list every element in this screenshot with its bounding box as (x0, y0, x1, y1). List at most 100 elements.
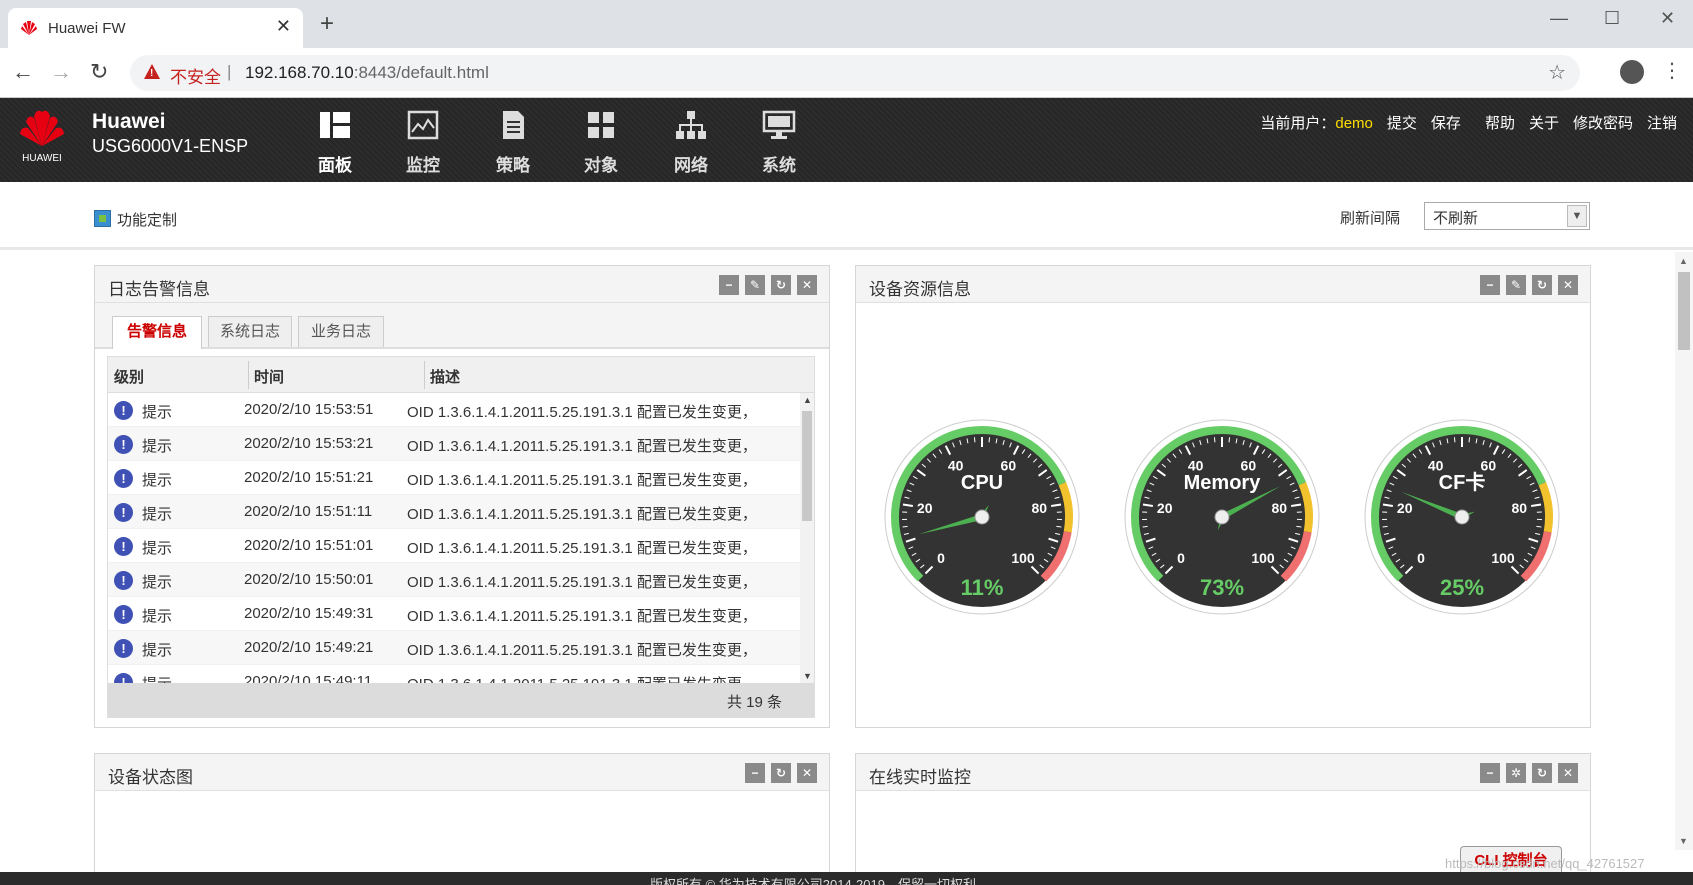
cell-desc: OID 1.3.6.1.4.1.2011.5.25.191.3.1 配置已发生变… (407, 472, 747, 489)
refresh-interval-select[interactable]: 不刷新 ▼ (1424, 202, 1590, 230)
table-row[interactable]: ! 提示 2020/2/10 15:53:51 OID 1.3.6.1.4.1.201… (108, 393, 800, 427)
forward-arrow-icon[interactable]: → (50, 60, 72, 84)
new-tab-button[interactable]: + (320, 12, 334, 36)
table-row[interactable]: ! 提示 2020/2/10 15:49:11 OID 1.3.6.1.4.1.201… (108, 665, 800, 683)
minimize-panel-icon[interactable]: − (745, 763, 765, 783)
tab-system-log[interactable]: 系统日志 (208, 316, 292, 347)
table-row[interactable]: ! 提示 2020/2/10 15:50:01 OID 1.3.6.1.4.1.201… (108, 563, 800, 597)
nav-object[interactable]: 对象 (566, 110, 636, 176)
submit-link[interactable]: 提交 (1387, 112, 1417, 133)
cell-desc: OID 1.3.6.1.4.1.2011.5.25.191.3.1 配置已发生变… (407, 404, 747, 421)
info-icon: ! (114, 503, 133, 522)
table-row[interactable]: ! 提示 2020/2/10 15:51:01 OID 1.3.6.1.4.1.201… (108, 529, 800, 563)
current-user: 当前用户：demo (1260, 115, 1373, 132)
table-header: 级别 时间 描述 (108, 357, 814, 393)
browser-tab[interactable]: Huawei FW ✕ (8, 8, 303, 48)
info-icon: ! (114, 605, 133, 624)
tab-service-log[interactable]: 业务日志 (298, 316, 384, 347)
customize-icon[interactable] (94, 210, 111, 227)
browser-tab-strip: Huawei FW ✕ + — ☐ ✕ (0, 0, 1693, 48)
browser-toolbar: ← → ↻ ! 不安全 | 192.168.70.10:8443/default… (0, 48, 1693, 98)
info-icon: ! (114, 469, 133, 488)
close-window-icon[interactable]: ✕ (1660, 8, 1675, 29)
reload-icon[interactable]: ↻ (90, 60, 108, 84)
table-footer: 共 19 条 (108, 683, 814, 717)
column-header-level[interactable]: 级别 (114, 366, 144, 387)
page-scrollbar[interactable]: ▲ ▼ (1675, 252, 1693, 850)
info-icon: ! (114, 537, 133, 556)
dashboard-toolbar: 功能定制 刷新间隔 不刷新 ▼ (0, 182, 1693, 250)
logout-link[interactable]: 注销 (1647, 112, 1677, 133)
refresh-panel-icon[interactable]: ↻ (771, 763, 791, 783)
info-icon: ! (114, 639, 133, 658)
gauge-tick (1056, 525, 1062, 528)
table-row[interactable]: ! 提示 2020/2/10 15:49:31 OID 1.3.6.1.4.1.201… (108, 597, 800, 631)
nav-network[interactable]: 网络 (656, 110, 726, 176)
info-icon: ! (114, 673, 133, 683)
gauge-tick-label: 100 (1011, 550, 1035, 566)
refresh-panel-icon[interactable]: ↻ (1532, 763, 1552, 783)
save-link[interactable]: 保存 (1431, 112, 1461, 133)
settings-gear-icon[interactable]: ✲ (1506, 763, 1526, 783)
table-row[interactable]: ! 提示 2020/2/10 15:51:21 OID 1.3.6.1.4.1.201… (108, 461, 800, 495)
customize-link[interactable]: 功能定制 (117, 209, 177, 230)
close-panel-icon[interactable]: ✕ (797, 763, 817, 783)
table-row[interactable]: ! 提示 2020/2/10 15:51:11 OID 1.3.6.1.4.1.201… (108, 495, 800, 529)
account-icon[interactable] (1620, 60, 1644, 84)
minimize-panel-icon[interactable]: − (719, 275, 739, 295)
table-row[interactable]: ! 提示 2020/2/10 15:53:21 OID 1.3.6.1.4.1.201… (108, 427, 800, 461)
close-panel-icon[interactable]: ✕ (797, 275, 817, 295)
maximize-icon[interactable]: ☐ (1604, 8, 1620, 29)
total-count: 共 19 条 (726, 694, 782, 711)
gauge-hub (1214, 509, 1230, 525)
cell-time: 2020/2/10 15:49:11 (244, 673, 373, 683)
nav-dashboard[interactable]: 面板 (300, 110, 370, 176)
close-tab-icon[interactable]: ✕ (276, 16, 291, 37)
dashboard-icon (320, 112, 350, 138)
bookmark-star-icon[interactable]: ☆ (1548, 60, 1566, 85)
insecure-label: 不安全 (170, 68, 221, 87)
cell-time: 2020/2/10 15:50:01 (244, 571, 374, 588)
cell-level: 提示 (142, 438, 173, 455)
column-header-time[interactable]: 时间 (254, 366, 284, 387)
close-panel-icon[interactable]: ✕ (1558, 763, 1578, 783)
cell-time: 2020/2/10 15:51:21 (244, 469, 374, 486)
address-bar[interactable]: ! 不安全 | 192.168.70.10:8443/default.html … (130, 55, 1580, 91)
nav-policy[interactable]: 策略 (478, 110, 548, 176)
change-password-link[interactable]: 修改密码 (1573, 112, 1633, 133)
gauge-tick-label: 100 (1491, 550, 1515, 566)
gauge-tick-label: 0 (1417, 550, 1425, 566)
cell-level: 提示 (142, 506, 173, 523)
cell-desc: OID 1.3.6.1.4.1.2011.5.25.191.3.1 配置已发生变… (407, 673, 747, 683)
tab-alarm[interactable]: 告警信息 (112, 316, 202, 349)
edit-panel-icon[interactable]: ✎ (1506, 275, 1526, 295)
gauge-tick-label: 20 (1157, 500, 1173, 516)
help-link[interactable]: 帮助 (1485, 112, 1515, 133)
edit-panel-icon[interactable]: ✎ (745, 275, 765, 295)
nav-system[interactable]: 系统 (744, 110, 814, 176)
refresh-panel-icon[interactable]: ↻ (1532, 275, 1552, 295)
minimize-icon[interactable]: — (1550, 8, 1568, 29)
menu-dots-icon[interactable]: ⋮ (1662, 58, 1682, 83)
column-header-desc[interactable]: 描述 (430, 366, 460, 387)
gauge-title: CPU (961, 472, 1003, 494)
chevron-down-icon: ▼ (1567, 205, 1587, 227)
nav-monitor[interactable]: 监控 (388, 110, 458, 176)
close-panel-icon[interactable]: ✕ (1558, 275, 1578, 295)
table-row[interactable]: ! 提示 2020/2/10 15:49:21 OID 1.3.6.1.4.1.201… (108, 631, 800, 665)
gauge-tick-label: 40 (1188, 457, 1204, 473)
table-scrollbar[interactable]: ▲ ▼ (800, 393, 814, 683)
minimize-panel-icon[interactable]: − (1480, 275, 1500, 295)
gauge-tick (1382, 525, 1388, 528)
gauge-tick-label: 100 (1251, 550, 1275, 566)
info-icon: ! (114, 435, 133, 454)
product-brand: Huawei USG6000V1-ENSP (92, 110, 248, 157)
user-bar: 当前用户：demo 提交 保存 帮助 关于 修改密码 注销 (1260, 112, 1677, 133)
minimize-panel-icon[interactable]: − (1480, 763, 1500, 783)
refresh-panel-icon[interactable]: ↻ (771, 275, 791, 295)
cell-time: 2020/2/10 15:53:21 (244, 435, 374, 452)
cell-desc: OID 1.3.6.1.4.1.2011.5.25.191.3.1 配置已发生变… (407, 608, 747, 625)
gauge-tick-label: 20 (917, 500, 933, 516)
back-arrow-icon[interactable]: ← (12, 60, 34, 84)
about-link[interactable]: 关于 (1529, 112, 1559, 133)
